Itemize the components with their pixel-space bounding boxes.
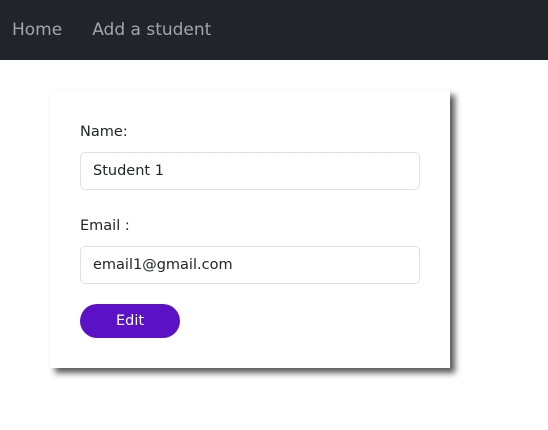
nav-link-add-student[interactable]: Add a student (92, 0, 211, 60)
name-label: Name: (80, 124, 128, 140)
email-input[interactable] (80, 246, 420, 284)
email-label: Email : (80, 218, 130, 234)
edit-student-card: Name: Email : Edit (50, 90, 450, 368)
nav-link-home[interactable]: Home (12, 0, 62, 60)
top-navbar: Home Add a student (0, 0, 548, 60)
name-input[interactable] (80, 152, 420, 190)
edit-button[interactable]: Edit (80, 304, 180, 338)
